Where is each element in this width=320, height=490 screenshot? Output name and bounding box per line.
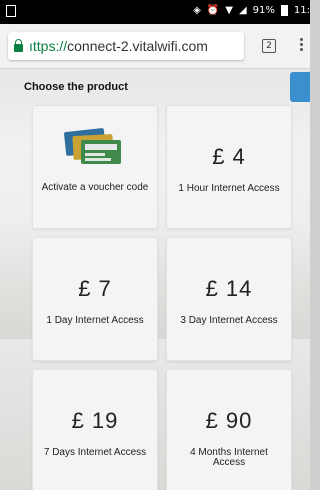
product-card-1-day[interactable]: £ 7 1 Day Internet Access bbox=[32, 237, 158, 361]
product-card-voucher[interactable]: Activate a voucher code bbox=[32, 105, 158, 229]
product-label: 3 Day Internet Access bbox=[180, 315, 278, 326]
product-price: £ 7 bbox=[78, 276, 112, 301]
menu-icon[interactable] bbox=[300, 38, 304, 54]
vibrate-icon: ◈ bbox=[193, 5, 201, 16]
signal-icon: ◢ bbox=[238, 5, 247, 16]
url-host: connect-2.vitalwifi.com bbox=[67, 38, 208, 54]
product-card-7-days[interactable]: £ 19 7 Days Internet Access bbox=[32, 369, 158, 490]
wifi-icon: ▼ bbox=[225, 5, 233, 16]
lock-icon bbox=[14, 39, 23, 52]
page-content: Choose the product Activate a voucher co… bbox=[0, 69, 310, 490]
product-card-1-hour[interactable]: £ 4 1 Hour Internet Access bbox=[166, 105, 292, 229]
voucher-cards-icon bbox=[64, 128, 121, 164]
status-icons: ◈ ⏰ ▼ ◢ 91% 11: bbox=[193, 5, 310, 16]
battery-percent: 91% bbox=[252, 5, 275, 16]
alarm-icon: ⏰ bbox=[206, 5, 220, 16]
tab-switcher-button[interactable]: 2 bbox=[262, 39, 276, 53]
browser-toolbar: ıttps:// connect-2.vitalwifi.com 2 bbox=[0, 24, 310, 69]
product-price: £ 90 bbox=[205, 408, 253, 433]
product-label: 4 Months Internet Access bbox=[190, 447, 268, 468]
side-tab-button[interactable] bbox=[290, 72, 310, 102]
product-price: £ 19 bbox=[71, 408, 119, 433]
product-label: Activate a voucher code bbox=[41, 182, 149, 193]
product-label: 1 Hour Internet Access bbox=[178, 183, 280, 194]
clock: 11: bbox=[293, 5, 310, 16]
product-card-4-months[interactable]: £ 90 4 Months Internet Access bbox=[166, 369, 292, 490]
page-title: Choose the product bbox=[24, 81, 128, 93]
product-price: £ 14 bbox=[205, 276, 253, 301]
url-bar[interactable]: ıttps:// connect-2.vitalwifi.com bbox=[8, 32, 244, 60]
battery-icon bbox=[280, 5, 288, 16]
status-bar: ◈ ⏰ ▼ ◢ 91% 11: bbox=[0, 0, 310, 24]
url-scheme: ıttps:// bbox=[29, 38, 68, 54]
product-price: £ 4 bbox=[212, 144, 246, 169]
product-label: 7 Days Internet Access bbox=[43, 447, 147, 458]
product-card-3-day[interactable]: £ 14 3 Day Internet Access bbox=[166, 237, 292, 361]
product-label: 1 Day Internet Access bbox=[46, 315, 144, 326]
notification-icon bbox=[6, 5, 16, 17]
